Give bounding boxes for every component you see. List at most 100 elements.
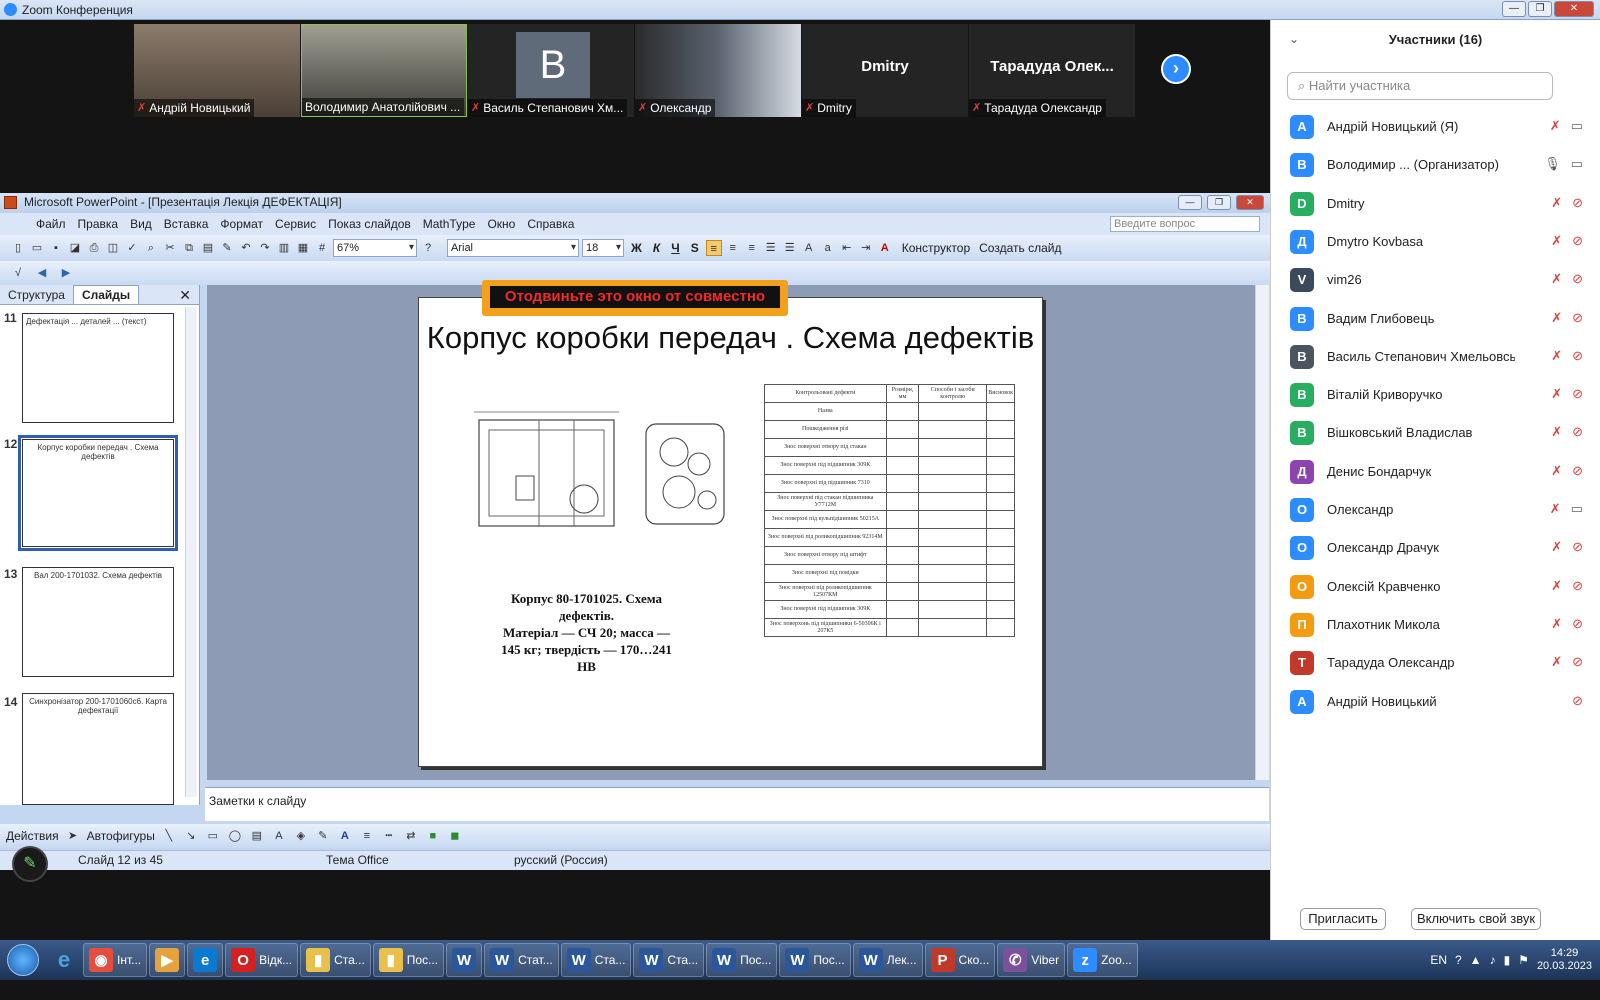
taskbar-item[interactable]: e <box>187 943 224 977</box>
dash-style-icon[interactable]: ┅ <box>381 828 397 844</box>
participant-row[interactable]: A Андрій Новицький ⊘ <box>1271 683 1600 721</box>
menu-tools[interactable]: Сервис <box>269 217 322 231</box>
participant-row[interactable]: B Вадим Глибовець ✗ ⊘ <box>1271 300 1600 338</box>
format-painter-icon[interactable]: ✎ <box>219 240 235 256</box>
maximize-button[interactable]: ❐ <box>1528 1 1552 17</box>
clock[interactable]: 14:29 20.03.2023 <box>1537 947 1592 973</box>
participant-row[interactable]: Д Dmytro Kovbasa ✗ ⊘ <box>1271 223 1600 261</box>
increase-indent-icon[interactable]: ⇥ <box>858 240 874 256</box>
wordart-icon[interactable]: A <box>271 828 287 844</box>
tab-slides[interactable]: Слайды <box>72 285 140 304</box>
italic-button[interactable]: К <box>649 241 664 255</box>
arrow-style-icon[interactable]: ⇄ <box>403 828 419 844</box>
taskbar-item[interactable]: ✆ Viber <box>997 943 1066 977</box>
help-icon[interactable]: ? <box>1455 953 1462 967</box>
align-right-icon[interactable]: ≡ <box>744 240 760 256</box>
arrow-right-icon[interactable]: ▶ <box>58 265 74 281</box>
ie-taskbar-icon[interactable]: e <box>47 943 81 977</box>
insert-chart-icon[interactable]: ▥ <box>276 240 292 256</box>
participant-row[interactable]: П Плахотник Микола ✗ ⊘ <box>1271 606 1600 644</box>
textbox-icon[interactable]: ▤ <box>249 828 265 844</box>
menu-file[interactable]: Файл <box>30 217 72 231</box>
slide-caption[interactable]: Корпус 80-1701025. Схема дефектів. Матер… <box>489 590 684 675</box>
participant-row[interactable]: O Олександр Драчук ✗ ⊘ <box>1271 529 1600 567</box>
close-panel-icon[interactable]: ✕ <box>179 287 191 304</box>
ppt-minimize-button[interactable]: — <box>1178 195 1202 210</box>
new-icon[interactable]: ▯ <box>10 240 26 256</box>
spelling-icon[interactable]: ✓ <box>124 240 140 256</box>
select-cursor-icon[interactable]: ➤ <box>65 828 81 844</box>
redo-icon[interactable]: ↷ <box>257 240 273 256</box>
slide-notes[interactable]: Заметки к слайду <box>205 787 1269 821</box>
line-style-icon[interactable]: ≡ <box>359 828 375 844</box>
insert-table-icon[interactable]: ▦ <box>295 240 311 256</box>
flag-icon[interactable]: ⚑ <box>1518 953 1529 967</box>
sqrt-icon[interactable]: √ <box>10 265 26 281</box>
font-color-icon[interactable]: A <box>877 240 893 256</box>
cut-icon[interactable]: ✂ <box>162 240 178 256</box>
permission-icon[interactable]: ◪ <box>67 240 83 256</box>
increase-font-icon[interactable]: A <box>801 240 817 256</box>
numbering-icon[interactable]: ☰ <box>763 240 779 256</box>
shadow-button[interactable]: S <box>687 241 703 255</box>
participant-row[interactable]: T Тарадуда Олександр ✗ ⊘ <box>1271 644 1600 682</box>
actions-menu[interactable]: Действия <box>6 829 59 843</box>
slide-thumbnail[interactable]: Дефектація ... деталей ... (текст) <box>22 313 174 423</box>
participant-row[interactable]: Д Денис Бондарчук ✗ ⊘ <box>1271 453 1600 491</box>
start-button[interactable] <box>0 940 46 980</box>
font-size-select[interactable]: 18 <box>582 239 624 257</box>
invite-button[interactable]: Пригласить <box>1300 908 1386 930</box>
show-hidden-icon[interactable]: ▲ <box>1470 953 1482 967</box>
participant-row[interactable]: O Олександр ✗ ▭ <box>1271 491 1600 529</box>
participant-row[interactable]: B Віталій Криворучко ✗ ⊘ <box>1271 376 1600 414</box>
taskbar-item[interactable]: ◉ Інт... <box>83 943 148 977</box>
defects-table[interactable]: Контрольовані дефекти Розміри, мм Способи … <box>764 384 1015 637</box>
research-icon[interactable]: ⌕ <box>143 240 159 256</box>
taskbar-item[interactable]: W Лек... <box>852 943 923 977</box>
zoom-select[interactable]: 67% <box>333 239 417 257</box>
participant-row[interactable]: Vvim26 ✗ ⊘ <box>1271 261 1600 299</box>
tab-outline[interactable]: Структура <box>0 286 73 304</box>
slide-thumbnail[interactable]: Синхронізатор 200-1701060с6. Карта дефек… <box>22 693 174 805</box>
line-icon[interactable]: ╲ <box>161 828 177 844</box>
slide-scrollbar[interactable] <box>1255 285 1269 780</box>
video-tile[interactable]: ✗ Олександр <box>635 24 801 117</box>
grid-icon[interactable]: # <box>314 240 330 256</box>
font-select[interactable]: Arial <box>447 239 579 257</box>
fill-color-icon[interactable]: ◈ <box>293 828 309 844</box>
print-icon[interactable]: ⎙ <box>86 240 102 256</box>
menu-help[interactable]: Справка <box>521 217 580 231</box>
thumbnail-scrollbar[interactable] <box>185 307 197 797</box>
menu-view[interactable]: Вид <box>124 217 158 231</box>
menu-edit[interactable]: Правка <box>72 217 125 231</box>
open-icon[interactable]: ▭ <box>29 240 45 256</box>
help-icon[interactable]: ? <box>420 240 436 256</box>
shadow-icon[interactable]: ■ <box>425 828 441 844</box>
bold-button[interactable]: Ж <box>627 241 646 255</box>
next-page-button[interactable]: › <box>1161 54 1191 84</box>
font-color-icon[interactable]: A <box>337 828 353 844</box>
menu-format[interactable]: Формат <box>214 217 269 231</box>
participant-row[interactable]: D Dmitry ✗ ⊘ <box>1271 185 1600 223</box>
paste-icon[interactable]: ▤ <box>200 240 216 256</box>
menu-window[interactable]: Окно <box>481 217 521 231</box>
new-slide-button[interactable]: Создать слайд <box>979 241 1061 255</box>
menu-insert[interactable]: Вставка <box>158 217 215 231</box>
participant-row[interactable]: B Вішковський Владислав ✗ ⊘ <box>1271 414 1600 452</box>
language-indicator[interactable]: EN <box>1430 953 1447 967</box>
ask-question-input[interactable]: Введите вопрос <box>1110 216 1260 232</box>
taskbar-item[interactable]: W Стат... <box>484 943 559 977</box>
undo-icon[interactable]: ↶ <box>238 240 254 256</box>
slide-thumbnail[interactable]: Вал 200-1701032. Схема дефектів <box>22 567 174 677</box>
unmute-button[interactable]: Включить свой звук <box>1411 908 1541 930</box>
3d-icon[interactable]: ◼ <box>447 828 463 844</box>
participant-row[interactable]: B Василь Степанович Хмельовсь... ✗ ⊘ <box>1271 338 1600 376</box>
taskbar-item[interactable]: W Пос... <box>706 943 778 977</box>
oval-icon[interactable]: ◯ <box>227 828 243 844</box>
save-icon[interactable]: ▪ <box>48 240 64 256</box>
participant-search-input[interactable]: ⌕ Найти участника <box>1287 72 1553 100</box>
bullets-icon[interactable]: ☰ <box>782 240 798 256</box>
taskbar-item[interactable]: z Zoo... <box>1067 943 1138 977</box>
decrease-indent-icon[interactable]: ⇤ <box>839 240 855 256</box>
align-left-icon[interactable]: ≡ <box>705 240 722 256</box>
